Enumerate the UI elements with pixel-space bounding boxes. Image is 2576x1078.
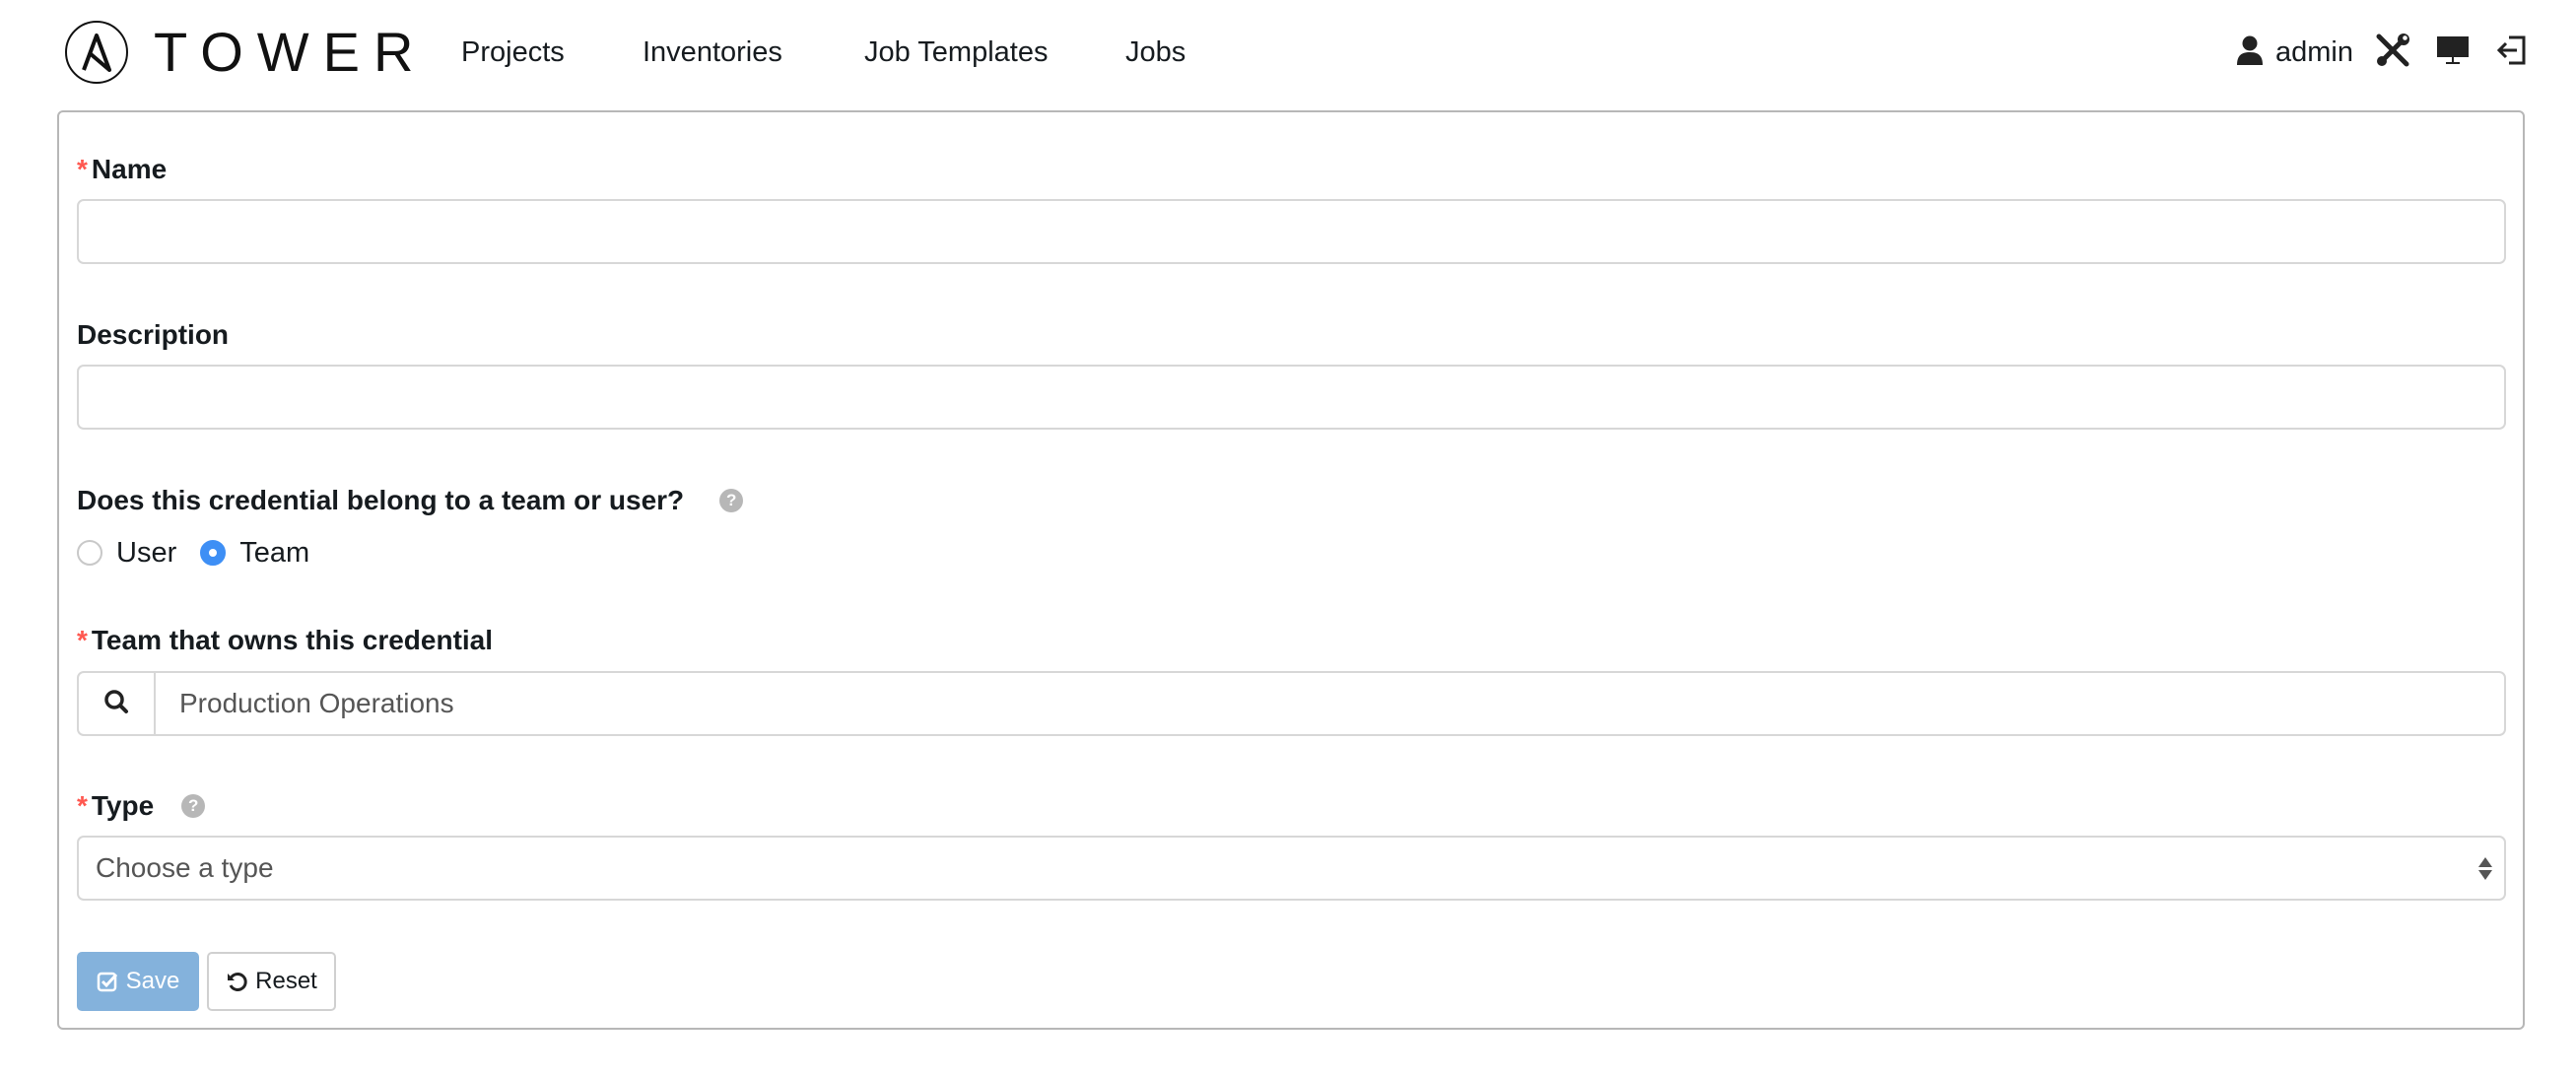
team-lookup: Production Operations [77, 671, 2506, 736]
required-indicator: * [77, 625, 88, 655]
required-indicator: * [77, 154, 88, 184]
settings-button[interactable] [2375, 33, 2410, 72]
select-arrows-icon [2478, 857, 2492, 880]
radio-user[interactable] [77, 540, 102, 566]
undo-icon [226, 971, 247, 992]
team-label: * Team that owns this credential [77, 625, 494, 655]
search-icon [103, 689, 129, 718]
description-input[interactable] [77, 365, 2506, 430]
help-icon[interactable]: ? [719, 489, 744, 512]
save-button[interactable]: Save [77, 952, 199, 1011]
monitor-icon [2436, 34, 2470, 70]
help-icon[interactable]: ? [181, 794, 206, 818]
header-tools: admin [2214, 30, 2527, 75]
type-label: * Type ? [77, 789, 206, 823]
user-icon [2236, 34, 2264, 70]
radio-user-label[interactable]: User [116, 537, 176, 570]
nav-projects[interactable]: Projects [461, 35, 565, 69]
logout-icon [2495, 34, 2527, 70]
reset-button[interactable]: Reset [207, 952, 336, 1011]
settings-wrench-icon [2375, 33, 2410, 72]
team-lookup-button[interactable] [79, 673, 156, 734]
name-label: * Name [77, 154, 168, 184]
type-select-value: Choose a type [96, 852, 274, 883]
type-select[interactable]: Choose a type [77, 836, 2506, 901]
owner-question-label: Does this credential belong to a team or… [77, 484, 744, 517]
user-menu[interactable]: admin [2236, 34, 2353, 70]
nav-inventories[interactable]: Inventories [643, 35, 782, 69]
name-input[interactable] [77, 199, 2506, 264]
monitor-button[interactable] [2436, 34, 2470, 70]
owner-radio-group: User Team [77, 535, 333, 571]
nav-jobs[interactable]: Jobs [1125, 35, 1186, 69]
required-indicator: * [77, 790, 88, 821]
radio-selected-dot [209, 549, 218, 557]
tower-logo[interactable]: TOWER [65, 20, 427, 85]
logout-button[interactable] [2495, 34, 2527, 70]
radio-team-label[interactable]: Team [239, 537, 309, 570]
nav-job-templates[interactable]: Job Templates [864, 35, 1048, 69]
ansible-logo-icon [65, 21, 128, 84]
check-square-icon [97, 971, 118, 992]
radio-team[interactable] [200, 540, 227, 566]
brand-name: TOWER [154, 21, 428, 83]
team-lookup-input[interactable]: Production Operations [156, 673, 2504, 734]
username: admin [2275, 35, 2353, 68]
description-label: Description [77, 319, 230, 350]
